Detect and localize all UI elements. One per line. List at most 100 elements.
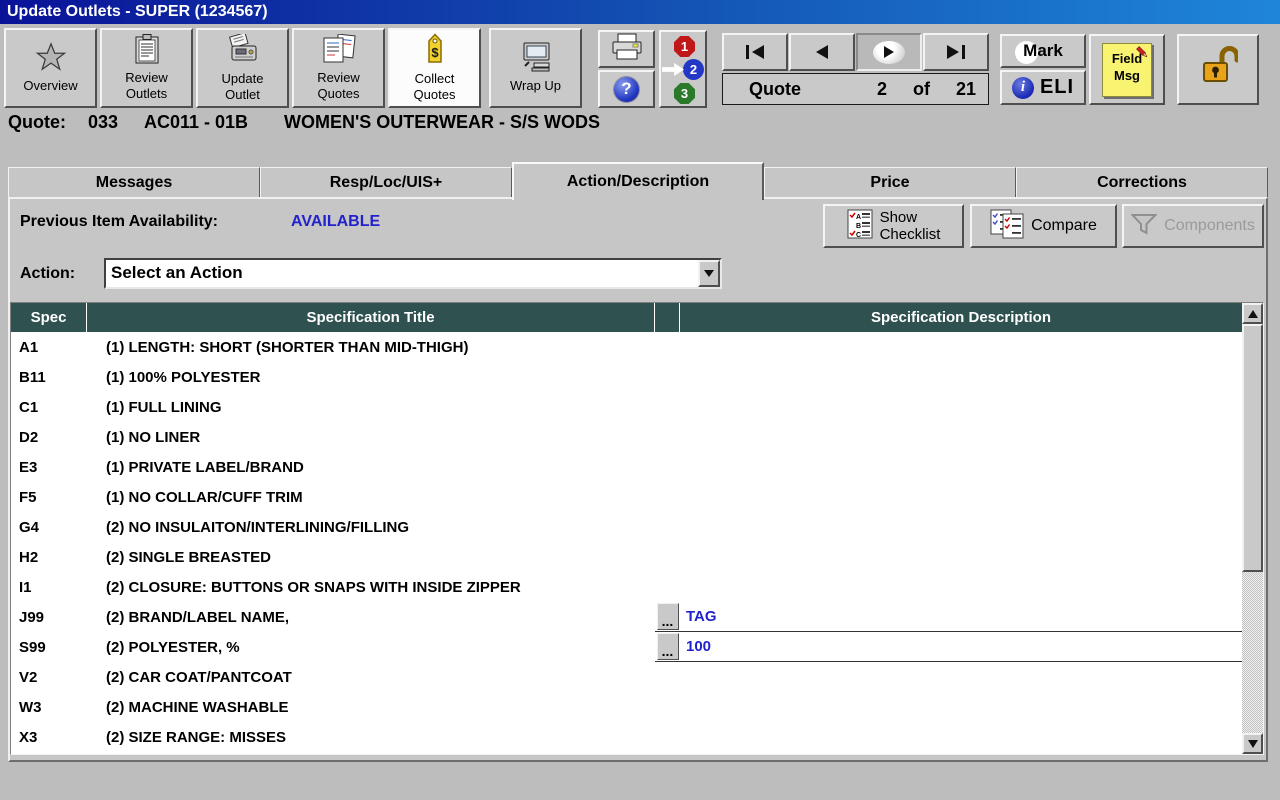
spec-title: (1) NO COLLAR/CUFF TRIM (106, 488, 303, 506)
update-outlet-button[interactable]: Update Outlet (196, 28, 289, 108)
table-row[interactable]: B11 (1) 100% POLYESTER (11, 362, 1242, 392)
tab-messages[interactable]: Messages (8, 167, 260, 198)
table-row[interactable]: A1 (1) LENGTH: SHORT (SHORTER THAN MID-T… (11, 332, 1242, 362)
wrap-up-label: Wrap Up (509, 78, 562, 94)
compare-button[interactable]: Compare (970, 204, 1117, 248)
table-row[interactable]: S99 (2) POLYESTER, % ... 100 (11, 632, 1242, 662)
review-outlets-button[interactable]: Review Outlets (100, 28, 193, 108)
record-current: 2 (877, 78, 888, 99)
window-title: Update Outlets - SUPER (1234567) (7, 3, 268, 20)
table-row[interactable]: C1 (1) FULL LINING (11, 392, 1242, 422)
ellipsis-cell (655, 482, 680, 512)
spec-code: A1 (19, 338, 39, 356)
table-row[interactable]: F5 (1) NO COLLAR/CUFF TRIM (11, 482, 1242, 512)
first-record-button[interactable] (722, 33, 788, 71)
tab-action-description[interactable]: Action/Description (512, 162, 764, 200)
ellipsis-button[interactable]: ... (656, 603, 679, 630)
action-dropdown[interactable]: Select an Action (104, 258, 722, 289)
spec-code: C1 (19, 398, 39, 416)
table-row[interactable]: X3 (2) SIZE RANGE: MISSES (11, 722, 1242, 752)
svg-text:C: C (856, 232, 861, 239)
previous-record-button[interactable] (789, 33, 855, 71)
help-button[interactable]: ? (598, 70, 655, 108)
svg-text:$: $ (431, 45, 439, 60)
header-ellipsis-col (655, 303, 680, 332)
show-checklist-button[interactable]: A B C Show Checklist (823, 204, 964, 248)
wrap-up-button[interactable]: Wrap Up (489, 28, 582, 108)
spec-description (680, 482, 1242, 512)
spec-title: (1) LENGTH: SHORT (SHORTER THAN MID-THIG… (106, 338, 469, 356)
clipboard-icon (134, 34, 160, 67)
scrollbar-track[interactable] (1242, 572, 1263, 733)
overview-button[interactable]: Overview (4, 28, 97, 108)
table-row[interactable]: D2 (1) NO LINER (11, 422, 1242, 452)
review-quotes-button[interactable]: Review Quotes (292, 28, 385, 108)
unlock-button[interactable] (1177, 34, 1259, 105)
scroll-down-button[interactable] (1242, 733, 1263, 754)
ellipsis-cell (655, 512, 680, 542)
quote-label: Quote: (8, 112, 66, 132)
scrollbar-thumb[interactable] (1242, 324, 1263, 572)
spec-description[interactable]: 100 (680, 632, 1242, 662)
table-row[interactable]: J99 (2) BRAND/LABEL NAME, ... TAG (11, 602, 1242, 632)
spec-code: J99 (19, 608, 45, 626)
next-record-button[interactable] (856, 33, 922, 71)
compare-checklists-icon (990, 209, 1024, 244)
ellipsis-cell (655, 722, 680, 752)
spec-description (680, 332, 1242, 362)
tab-resp-loc-uis[interactable]: Resp/Loc/UIS+ (260, 167, 512, 198)
spec-title: (2) CLOSURE: BUTTONS OR SNAPS WITH INSID… (106, 578, 521, 596)
update-outlets-window: Update Outlets - SUPER (1234567) Overvie… (0, 0, 1280, 800)
overview-label: Overview (23, 78, 78, 94)
ellipsis-button[interactable]: ... (656, 633, 679, 660)
table-row[interactable]: E3 (1) PRIVATE LABEL/BRAND (11, 452, 1242, 482)
table-row[interactable]: G4 (2) NO INSULAITON/INTERLINING/FILLING (11, 512, 1242, 542)
spec-description (680, 422, 1242, 452)
mark-button[interactable]: Mark (1000, 34, 1086, 68)
triangle-down-icon (1247, 739, 1258, 748)
table-row[interactable]: W3 (2) MACHINE WASHABLE (11, 692, 1242, 722)
action-description-panel: Previous Item Availability: AVAILABLE A … (8, 197, 1268, 762)
last-record-button[interactable] (923, 33, 989, 71)
steps-button[interactable]: 1 2 3 (659, 30, 707, 108)
table-row[interactable]: V2 (2) CAR COAT/PANTCOAT (11, 662, 1242, 692)
update-outlet-label: Update Outlet (221, 70, 264, 102)
spec-code: W3 (19, 698, 42, 716)
ellipsis-cell (655, 392, 680, 422)
field-msg-button[interactable]: Field Msg (1089, 34, 1165, 105)
spec-description (680, 392, 1242, 422)
eli-button[interactable]: i ELI (1000, 70, 1086, 105)
components-button: Components (1122, 204, 1264, 248)
table-header: Spec Specification Title Specification D… (11, 303, 1242, 332)
ellipsis-cell (655, 422, 680, 452)
table-row[interactable]: I1 (2) CLOSURE: BUTTONS OR SNAPS WITH IN… (11, 572, 1242, 602)
quote-code: AC011 - 01B (144, 112, 249, 132)
register-icon (226, 32, 260, 68)
spec-title: (1) PRIVATE LABEL/BRAND (106, 458, 304, 476)
collect-quotes-label: Collect Quotes (413, 71, 456, 102)
ellipsis-cell (655, 662, 680, 692)
ellipsis-cell (655, 332, 680, 362)
mark-label: Mark (1023, 41, 1063, 60)
spec-code: E3 (19, 458, 38, 476)
tab-corrections[interactable]: Corrections (1016, 167, 1268, 198)
print-button[interactable] (598, 30, 655, 68)
spec-title: (2) POLYESTER, % (106, 638, 240, 656)
table-row[interactable]: H2 (2) SINGLE BREASTED (11, 542, 1242, 572)
dropdown-arrow-button[interactable] (698, 260, 720, 287)
spec-title: (1) NO LINER (106, 428, 201, 446)
spec-code: G4 (19, 518, 40, 536)
price-tag-icon: $ (423, 33, 447, 68)
spec-description (680, 362, 1242, 392)
pencil-icon (1135, 45, 1150, 65)
spec-description (680, 722, 1242, 752)
compare-label: Compare (1031, 217, 1097, 234)
tab-price[interactable]: Price (764, 167, 1016, 198)
action-label: Action: (20, 265, 76, 282)
spec-title: (2) NO INSULAITON/INTERLINING/FILLING (106, 518, 410, 536)
scroll-up-button[interactable] (1242, 303, 1263, 324)
collect-quotes-button[interactable]: $ Collect Quotes (388, 28, 481, 108)
spec-title: (2) BRAND/LABEL NAME, (106, 608, 290, 626)
ellipsis-cell (655, 572, 680, 602)
spec-description[interactable]: TAG (680, 602, 1242, 632)
